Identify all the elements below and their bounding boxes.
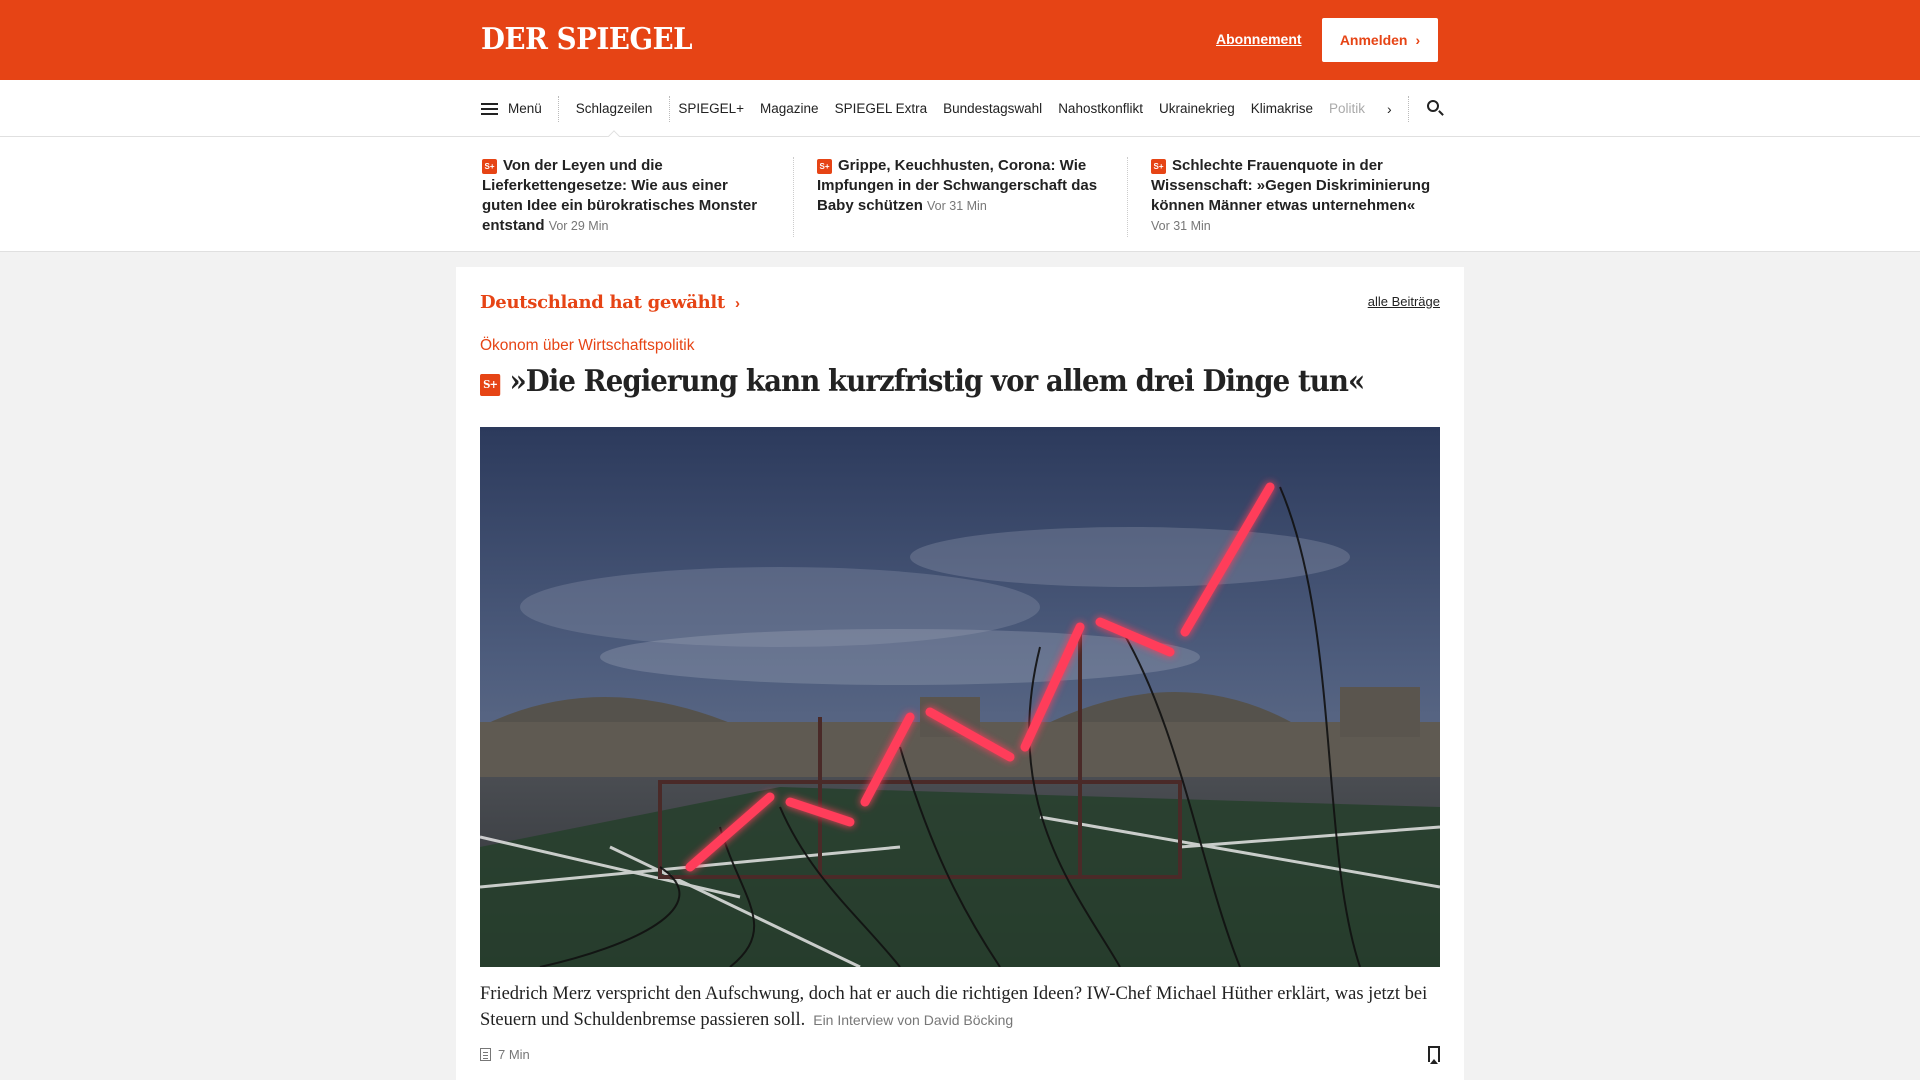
headline-strip: S+ Von der Leyen und die Lieferkettengese… <box>0 137 1920 252</box>
bookmark-icon[interactable] <box>1428 1046 1440 1064</box>
logo[interactable]: DER SPIEGEL <box>481 22 693 57</box>
article-author: Ein Interview von David Böcking <box>813 1012 1014 1028</box>
nav-item-spiegel-plus[interactable]: SPIEGEL+ <box>670 80 752 137</box>
nav-item-ukrainekrieg[interactable]: Ukrainekrieg <box>1151 80 1243 137</box>
nav-item-magazine[interactable]: Magazine <box>752 80 827 137</box>
hamburger-icon <box>481 102 498 115</box>
nav-item-bundestagswahl[interactable]: Bundestagswahl <box>935 80 1050 137</box>
all-posts-link[interactable]: alle Beiträge <box>1368 294 1440 309</box>
headline-title: Von der Leyen und die Lieferkettengesetz… <box>482 157 758 234</box>
search-icon[interactable] <box>1426 99 1444 118</box>
article-kicker[interactable]: Ökonom über Wirtschaftspolitik <box>480 337 695 355</box>
headline-title: Schlechte Frauenquote in der Wissenschaf… <box>1151 157 1431 214</box>
spiegel-plus-badge-icon: S+ <box>1151 159 1166 174</box>
headline-divider <box>793 157 794 237</box>
login-button[interactable]: Anmelden › <box>1322 18 1438 62</box>
read-time-label: 7 Min <box>498 1047 530 1062</box>
headline-item[interactable]: S+ Schlechte Frauenquote in der Wissensch… <box>1151 156 1441 236</box>
headline-item[interactable]: S+ Grippe, Keuchhusten, Corona: Wie Impfu… <box>817 156 1107 216</box>
article-image[interactable] <box>480 427 1440 967</box>
article-teaser[interactable]: Friedrich Merz verspricht den Aufschwung… <box>480 981 1440 1033</box>
spiegel-plus-badge-icon: S+ <box>482 159 497 174</box>
menu-label: Menü <box>508 101 542 116</box>
document-icon <box>480 1048 491 1061</box>
spiegel-plus-badge-icon: S+ <box>817 159 832 174</box>
login-button-label: Anmelden <box>1339 32 1408 48</box>
headline-time: Vor 29 Min <box>548 219 609 233</box>
read-time: 7 Min <box>480 1047 530 1062</box>
nav-item-nahostkonflikt[interactable]: Nahostkonflikt <box>1050 80 1151 137</box>
section-title-label: Deutschland hat gewählt <box>480 292 725 313</box>
spiegel-plus-badge-icon: S+ <box>480 374 501 396</box>
menu-button[interactable]: Menü <box>481 80 558 137</box>
section-title[interactable]: Deutschland hat gewählt › <box>480 292 740 313</box>
nav-divider <box>1407 95 1409 122</box>
headline-item[interactable]: S+ Von der Leyen und die Lieferkettengese… <box>482 156 772 236</box>
lead-article-card: Deutschland hat gewählt › alle Beiträge Ö… <box>456 267 1464 1080</box>
headline-time: Vor 31 Min <box>1151 219 1211 233</box>
nav-item-schlagzeilen[interactable]: Schlagzeilen <box>559 80 670 137</box>
chevron-right-icon[interactable]: › <box>1387 101 1392 117</box>
headline-divider <box>1127 157 1128 237</box>
chevron-right-icon: › <box>734 295 740 312</box>
nav-item-politik[interactable]: Politik <box>1321 80 1373 137</box>
main-navigation: Menü Schlagzeilen SPIEGEL+ Magazine SPIE… <box>0 80 1920 137</box>
nav-item-spiegel-extra[interactable]: SPIEGEL Extra <box>827 80 936 137</box>
chevron-right-icon: › <box>1415 32 1421 48</box>
subscription-link[interactable]: Abonnement <box>1216 31 1302 47</box>
top-bar: DER SPIEGEL Abonnement Anmelden › <box>0 0 1920 80</box>
article-headline[interactable]: S+ »Die Regierung kann kurzfristig vor al… <box>480 364 1365 399</box>
headline-time: Vor 31 Min <box>927 199 987 213</box>
article-headline-text: »Die Regierung kann kurzfristig vor alle… <box>509 364 1365 399</box>
nav-item-klimakrise[interactable]: Klimakrise <box>1243 80 1321 137</box>
